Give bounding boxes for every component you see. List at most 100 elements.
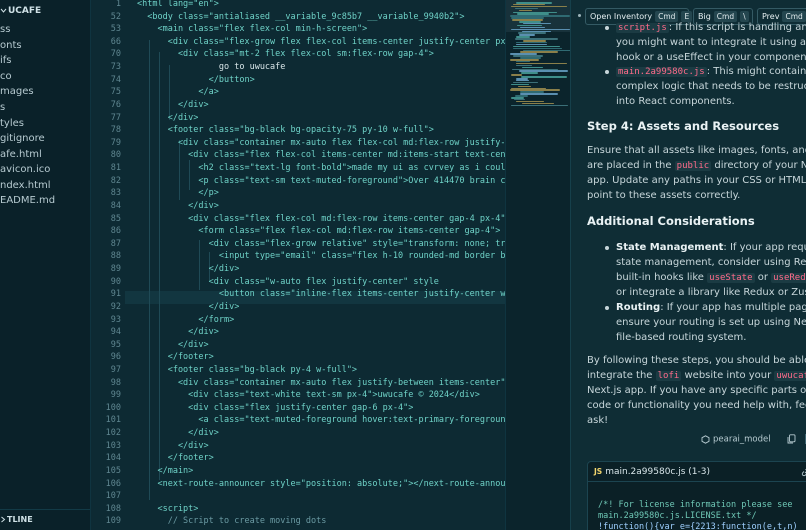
- code-line[interactable]: </div>: [137, 301, 240, 314]
- explorer-root-folder[interactable]: UCAFE: [0, 6, 41, 16]
- file-item[interactable]: avicon.ico: [0, 162, 50, 177]
- code-line[interactable]: <footer class="bg-black py-4 w-full">: [137, 364, 357, 377]
- code-line[interactable]: </div>: [137, 427, 219, 440]
- line-number: 86: [110, 226, 121, 237]
- code-line[interactable]: </div>: [137, 339, 209, 352]
- copy-icon[interactable]: [787, 434, 796, 444]
- code-line[interactable]: </button>: [137, 74, 255, 87]
- minimap-line: [521, 72, 538, 74]
- line-number: 102: [105, 428, 121, 439]
- message-footer: pearai_model: [701, 434, 806, 448]
- line-number: 87: [110, 238, 121, 249]
- code-line[interactable]: <div class="flex-grow relative" style="t…: [137, 238, 505, 251]
- code-snippet-line: !function(){var e={2213:function(e,t,n): [598, 522, 798, 530]
- code-snippet-header: JS main.2a99580c.js (1-3): [588, 462, 806, 482]
- line-number: 88: [110, 251, 121, 262]
- code-line[interactable]: <div class="mt-2 flex flex-col sm:flex-r…: [137, 48, 434, 61]
- code-line[interactable]: // Script to create moving dots: [137, 515, 327, 528]
- minimap[interactable]: [505, 0, 570, 530]
- code-line[interactable]: <div class="flex flex-col items-center m…: [137, 149, 505, 162]
- ai-chat-panel: Open Inventory Cmd E Big Cmd \ Prev Cmd scrip…: [570, 0, 806, 530]
- line-number: 66: [110, 36, 121, 47]
- code-line[interactable]: </div>: [137, 112, 199, 125]
- code-line[interactable]: <input type="email" class="flex h-10 rou…: [137, 250, 505, 263]
- code-line[interactable]: <a class="text-muted-foreground hover:te…: [137, 414, 505, 427]
- code-line[interactable]: <main class="flex flex-col min-h-screen"…: [137, 23, 367, 36]
- code-line[interactable]: </div>: [137, 326, 219, 339]
- code-line[interactable]: <div class="container mx-auto flex justi…: [137, 377, 505, 390]
- line-number: 70: [110, 49, 121, 60]
- section-heading-assets: Step 4: Assets and Resources: [587, 119, 780, 133]
- file-item[interactable]: onts: [0, 38, 22, 53]
- file-item[interactable]: co: [0, 69, 12, 84]
- line-number: 73: [110, 62, 121, 73]
- code-line[interactable]: <html lang="en">: [137, 0, 219, 11]
- line-number: 95: [110, 339, 121, 350]
- code-line[interactable]: </div>: [137, 99, 209, 112]
- line-number: 82: [110, 175, 121, 186]
- minimap-line: [513, 47, 562, 50]
- outline-section-header[interactable]: TLINE: [0, 509, 90, 530]
- file-item[interactable]: mages: [0, 84, 34, 99]
- line-number: 100: [105, 402, 121, 413]
- code-line[interactable]: go to uwucafe: [137, 61, 286, 74]
- code-line[interactable]: <div class="w-auto flex justify-center" …: [137, 276, 439, 289]
- code-line[interactable]: </footer>: [137, 452, 214, 465]
- code-line[interactable]: <div class="flex justify-center gap-6 px…: [137, 402, 413, 415]
- code-line[interactable]: <div class="flex flex-col md:flex-row it…: [137, 213, 505, 226]
- code-line[interactable]: <body class="antialiased __variable_9c85…: [137, 11, 464, 24]
- code-line[interactable]: <button class="inline-flex items-center …: [137, 288, 505, 301]
- js-file-icon: JS: [594, 467, 603, 476]
- line-number: 80: [110, 150, 121, 161]
- list-item-text: into React components.: [616, 96, 735, 107]
- line-number: 83: [110, 188, 121, 199]
- drag-handle-icon[interactable]: [578, 14, 581, 17]
- file-item[interactable]: ifs: [0, 53, 12, 68]
- code-line[interactable]: </main>: [137, 465, 193, 478]
- explorer-sidebar: UCAFE ss onts ifs co mages s tyles gitig…: [0, 0, 91, 530]
- minimap-line: [522, 66, 543, 69]
- code-line[interactable]: <div class="container mx-auto flex flex-…: [137, 137, 505, 150]
- code-line[interactable]: <footer class="bg-black bg-opacity-75 py…: [137, 124, 434, 137]
- code-line[interactable]: <form class="flex flex-col md:flex-row i…: [137, 225, 500, 238]
- line-number: 84: [110, 200, 121, 211]
- code-line[interactable]: </footer>: [137, 351, 214, 364]
- code-line[interactable]: </div>: [137, 263, 240, 276]
- line-number: 92: [110, 301, 121, 312]
- line-number: 93: [110, 314, 121, 325]
- file-item[interactable]: s: [0, 100, 5, 115]
- code-line[interactable]: <next-route-announcer style="position: a…: [137, 478, 505, 491]
- file-item[interactable]: tyles: [0, 116, 24, 131]
- paragraph-text: code or functionality you need help with…: [587, 400, 806, 411]
- paragraph-text: point to these assets correctly.: [587, 190, 741, 201]
- paragraph-text: app. Update any paths in your CSS or HTM…: [587, 175, 806, 186]
- list-item-text: you might want to integrate it using a c…: [616, 37, 806, 48]
- file-item[interactable]: afe.html: [0, 147, 42, 162]
- code-line[interactable]: <div class="text-white text-sm px-4">uwu…: [137, 389, 480, 402]
- bullet-icon: [605, 246, 609, 250]
- bullet-icon: [605, 70, 609, 74]
- chevron-right-icon: [0, 516, 6, 523]
- code-line[interactable]: </div>: [137, 200, 219, 213]
- code-line[interactable]: </div>: [137, 440, 209, 453]
- line-number: 101: [105, 415, 121, 426]
- link-icon[interactable]: [801, 467, 806, 477]
- file-item[interactable]: ss: [0, 22, 10, 37]
- code-editor[interactable]: 1 <html lang="en"> 52 <body class="antiali…: [91, 0, 505, 530]
- file-item[interactable]: ndex.html: [0, 178, 51, 193]
- file-item[interactable]: gitignore: [0, 131, 45, 146]
- code-line[interactable]: <div class="flex-grow flex flex-col item…: [137, 36, 505, 49]
- minimap-line: [511, 28, 570, 31]
- code-snippet-block[interactable]: JS main.2a99580c.js (1-3) /*! For license…: [587, 461, 806, 530]
- file-item[interactable]: EADME.md: [0, 193, 55, 208]
- code-snippet-line: main.2a99580c.js.LICENSE.txt */: [598, 511, 757, 521]
- code-line[interactable]: <p class="text-sm text-muted-foreground"…: [137, 175, 505, 188]
- code-line[interactable]: <h2 class="text-lg font-bold">made my ui…: [137, 162, 505, 175]
- paragraph-text: Ensure that all assets like images, font…: [587, 145, 806, 156]
- code-line[interactable]: </p>: [137, 187, 218, 200]
- code-line[interactable]: <script>: [137, 503, 198, 516]
- line-number: 99: [110, 390, 121, 401]
- line-number: 53: [110, 24, 121, 35]
- code-line[interactable]: </a>: [137, 86, 218, 99]
- code-line[interactable]: </form>: [137, 314, 234, 327]
